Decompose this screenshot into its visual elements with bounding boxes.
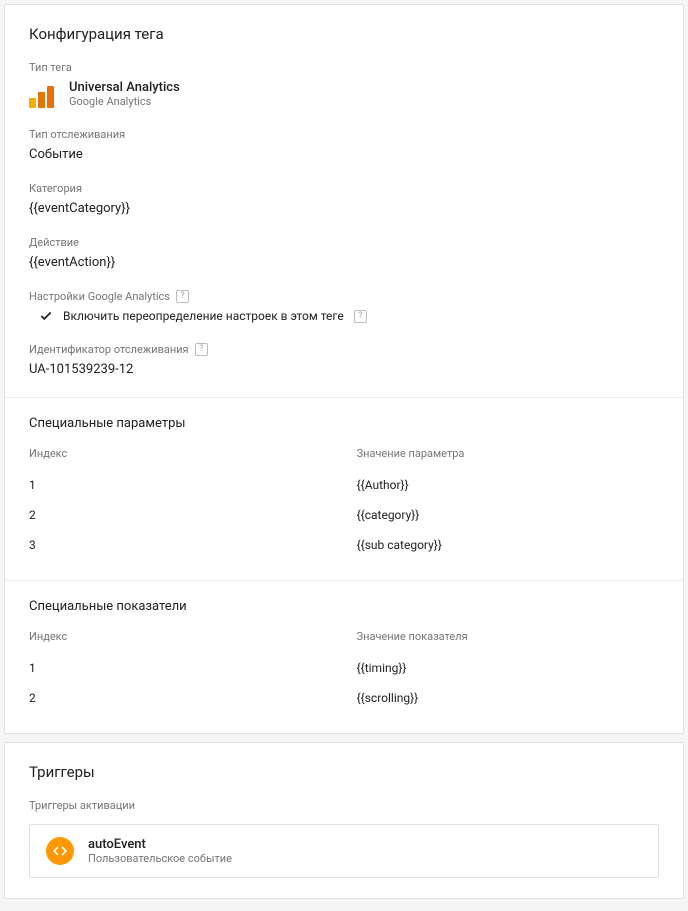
tag-type-name: Universal Analytics <box>69 80 180 95</box>
override-label: Включить переопределение настроек в этом… <box>63 309 344 323</box>
help-icon[interactable]: ? <box>195 343 208 356</box>
divider <box>5 580 683 581</box>
table-row: 3 {{sub category}} <box>29 530 659 560</box>
trigger-type: Пользовательское событие <box>88 852 232 865</box>
tracking-id-label: Идентификатор отслеживания <box>29 343 189 356</box>
action-value: {{eventAction}} <box>29 255 659 270</box>
tracking-type-label: Тип отслеживания <box>29 128 659 141</box>
trigger-item[interactable]: autoEvent Пользовательское событие <box>29 824 659 878</box>
tag-type-row[interactable]: Universal Analytics Google Analytics <box>29 80 659 108</box>
category-label: Категория <box>29 182 659 195</box>
dim-index-header: Индекс <box>29 447 357 460</box>
custom-dimensions-title: Специальные параметры <box>29 416 659 431</box>
tag-type-label: Тип тега <box>29 61 659 74</box>
google-analytics-icon <box>29 80 57 108</box>
ga-settings-label: Настройки Google Analytics <box>29 290 170 303</box>
table-row: 1 {{timing}} <box>29 653 659 683</box>
custom-dimensions-table: Индекс Значение параметра 1 {{Author}} 2… <box>29 447 659 560</box>
tag-configuration-card: Конфигурация тега Тип тега Universal Ana… <box>4 4 684 734</box>
action-label: Действие <box>29 236 659 249</box>
category-value: {{eventCategory}} <box>29 201 659 216</box>
table-row: 1 {{Author}} <box>29 470 659 500</box>
divider <box>5 397 683 398</box>
help-icon[interactable]: ? <box>176 290 189 303</box>
dim-value-header: Значение параметра <box>357 447 659 460</box>
triggers-title: Триггеры <box>29 763 659 781</box>
check-icon <box>39 309 53 323</box>
trigger-name: autoEvent <box>88 837 232 852</box>
table-row: 2 {{category}} <box>29 500 659 530</box>
triggers-card: Триггеры Триггеры активации autoEvent По… <box>4 742 684 899</box>
custom-event-icon <box>46 837 74 865</box>
metric-index-header: Индекс <box>29 630 357 643</box>
activation-triggers-label: Триггеры активации <box>29 799 659 812</box>
table-row: 2 {{scrolling}} <box>29 683 659 713</box>
tag-type-vendor: Google Analytics <box>69 95 180 108</box>
metric-value-header: Значение показателя <box>357 630 659 643</box>
tracking-id-value: UA-101539239-12 <box>29 362 659 377</box>
override-settings-row: Включить переопределение настроек в этом… <box>29 309 659 323</box>
tracking-type-value: Событие <box>29 147 659 162</box>
custom-metrics-table: Индекс Значение показателя 1 {{timing}} … <box>29 630 659 713</box>
custom-metrics-title: Специальные показатели <box>29 599 659 614</box>
tag-config-title: Конфигурация тега <box>29 25 659 43</box>
help-icon[interactable]: ? <box>354 310 367 323</box>
